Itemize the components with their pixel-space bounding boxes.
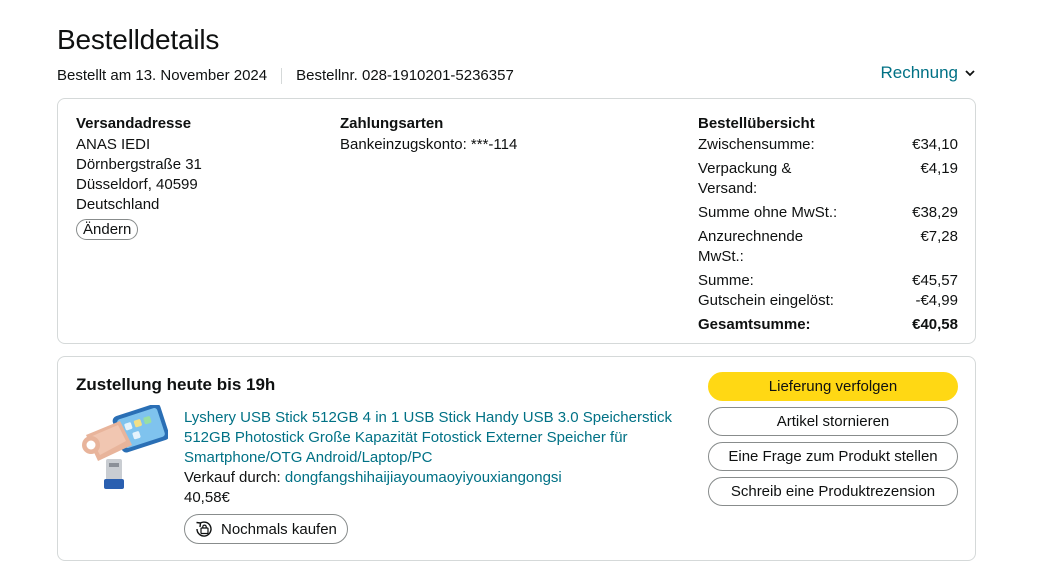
- payment-heading: Zahlungsarten: [340, 115, 444, 132]
- summary-row: Gutschein eingelöst: -€4,99: [698, 291, 958, 311]
- buy-again-button[interactable]: Nochmals kaufen: [184, 514, 348, 544]
- invoice-label: Rechnung: [880, 63, 958, 82]
- item-price: 40,58€: [184, 489, 230, 506]
- product-image[interactable]: [76, 405, 168, 497]
- summary-label: Gutschein eingelöst:: [698, 292, 834, 309]
- sold-by-label: Verkauf durch:: [184, 469, 285, 486]
- seller-link[interactable]: dongfangshihaijiayoumaoyiyouxiangongsi: [285, 469, 562, 486]
- address-line: ANAS IEDI: [76, 136, 151, 153]
- summary-label: Zwischensumme:: [698, 136, 815, 153]
- summary-row: Zwischensumme: €34,10: [698, 135, 958, 155]
- summary-label: Anzurechnende MwSt.:: [698, 228, 804, 265]
- order-number: Bestellnr. 028-1910201-5236357: [296, 67, 514, 84]
- cancel-item-button[interactable]: Artikel stornieren: [708, 407, 958, 436]
- summary-row: Anzurechnende MwSt.: €7,28: [698, 227, 958, 267]
- shipment-actions: Lieferung verfolgen Artikel stornieren E…: [708, 372, 958, 506]
- write-review-button[interactable]: Schreib eine Produktrezension: [708, 477, 958, 506]
- summary-row: Summe ohne MwSt.: €38,29: [698, 203, 958, 223]
- invoice-dropdown[interactable]: Rechnung: [880, 63, 976, 83]
- summary-value: €45,57: [912, 272, 958, 289]
- summary-value: €7,28: [920, 228, 958, 245]
- summary-value: -€4,99: [915, 292, 958, 309]
- order-info-card: Versandadresse ANAS IEDI Dörnbergstraße …: [57, 98, 976, 344]
- meta-divider: [281, 67, 283, 84]
- address-line: Dörnbergstraße 31: [76, 156, 202, 173]
- order-meta: Bestellt am 13. November 2024 Bestellnr.…: [57, 67, 514, 84]
- order-date: Bestellt am 13. November 2024: [57, 67, 268, 84]
- address-line: Deutschland: [76, 196, 160, 213]
- shipping-address: Versandadresse ANAS IEDI Dörnbergstraße …: [76, 115, 202, 240]
- total-value: €40,58: [912, 316, 958, 333]
- buy-again-label: Nochmals kaufen: [221, 520, 337, 538]
- summary-heading: Bestellübersicht: [698, 115, 815, 132]
- summary-total-row: Gesamtsumme: €40,58: [698, 315, 958, 335]
- change-address-button[interactable]: Ändern: [76, 219, 139, 240]
- total-label: Gesamtsumme:: [698, 316, 811, 333]
- summary-label: Verpackung & Versand:: [698, 160, 792, 197]
- shipping-heading: Versandadresse: [76, 115, 192, 132]
- summary-row: Verpackung & Versand: €4,19: [698, 159, 958, 199]
- address-line: Düsseldorf, 40599: [76, 176, 198, 193]
- payment-method: Bankeinzugskonto: ***-114: [340, 136, 518, 153]
- summary-value: €38,29: [912, 204, 958, 221]
- summary-label: Summe ohne MwSt.:: [698, 204, 838, 221]
- buy-again-icon: [196, 521, 212, 537]
- payment-methods: Zahlungsarten Bankeinzugskonto: ***-114: [340, 115, 517, 155]
- summary-row: Summe: €45,57: [698, 271, 958, 291]
- product-title-link[interactable]: Lyshery USB Stick 512GB 4 in 1 USB Stick…: [184, 408, 684, 468]
- order-summary: Bestellübersicht Zwischensumme: €34,10 V…: [698, 115, 958, 339]
- summary-label: Summe:: [698, 272, 754, 289]
- delivery-status: Zustellung heute bis 19h: [76, 375, 276, 394]
- product-info: Lyshery USB Stick 512GB 4 in 1 USB Stick…: [184, 408, 684, 545]
- ask-product-question-button[interactable]: Eine Frage zum Produkt stellen: [708, 442, 958, 471]
- page-title: Bestelldetails: [57, 24, 220, 55]
- summary-value: €34,10: [912, 136, 958, 153]
- chevron-down-icon: [965, 70, 975, 77]
- sold-by: Verkauf durch: dongfangshihaijiayoumaoyi…: [184, 468, 684, 488]
- shipment-card: Zustellung heute bis 19h Lyshery USB Sti…: [57, 356, 976, 561]
- summary-value: €4,19: [920, 160, 958, 177]
- track-package-button[interactable]: Lieferung verfolgen: [708, 372, 958, 401]
